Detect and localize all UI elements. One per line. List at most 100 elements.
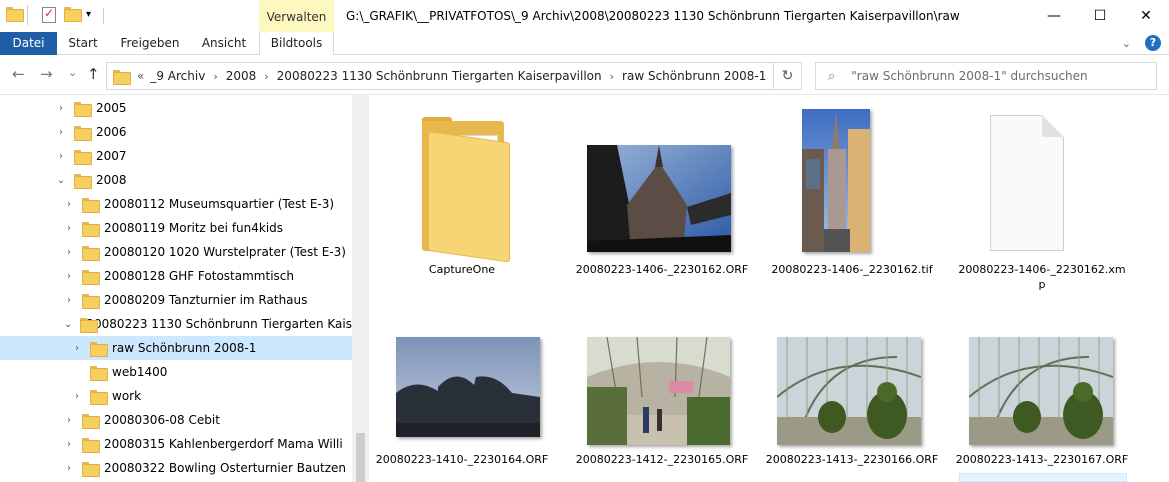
folder-icon [82,461,100,477]
expand-chevron-icon[interactable]: › [64,247,74,258]
photo-church-street-thumbnail [802,109,870,252]
tree-item[interactable]: › 20080209 Tanzturnier im Rathaus [0,288,352,312]
forward-arrow-icon[interactable]: → [40,65,53,83]
file-name: 20080223-1413-_2230166.ORF [765,453,939,466]
folder-icon [90,341,108,357]
tree-item[interactable]: › 20080128 GHF Fotostammtisch [0,264,352,288]
tab-freigeben[interactable]: Freigeben [112,32,188,55]
tab-bildtools[interactable]: Bildtools [259,32,334,55]
tree-item-selected[interactable]: › raw Schönbrunn 2008-1 [0,336,352,360]
tree-item[interactable]: › 2006 [0,120,352,144]
file-item[interactable]: CaptureOne [372,95,552,295]
expand-chevron-icon[interactable]: › [72,391,82,402]
recent-locations-chevron-icon[interactable]: ⌄ [68,66,77,79]
file-item[interactable]: 20080223-1406-_2230162.ORF [572,95,752,295]
file-item[interactable]: 20080223-1406-_2230162.tif [762,95,942,295]
ribbon-expand-chevron-icon[interactable]: ⌄ [1122,37,1131,50]
breadcrumb-archiv[interactable]: _9 Archiv [150,69,205,83]
photo-church-skyward-thumbnail [587,145,731,252]
folder-icon [74,173,92,189]
search-icon: ⌕ [828,68,836,84]
back-arrow-icon[interactable]: ← [12,65,25,83]
expand-chevron-icon[interactable]: › [64,295,74,306]
file-item[interactable]: 20080223-1412-_2230165.ORF [572,315,752,482]
file-name: 20080223-1406-_2230162.xmp [958,263,1126,291]
breadcrumb-separator-icon[interactable]: › [264,70,268,83]
tab-ansicht[interactable]: Ansicht [194,32,254,55]
tree-item[interactable]: › 2007 [0,144,352,168]
collapse-chevron-icon[interactable]: ⌄ [64,319,72,330]
search-box[interactable]: ⌕ "raw Schönbrunn 2008-1" durchsuchen [815,62,1157,90]
refresh-button[interactable]: ↻ [774,62,802,90]
folder-icon [74,125,92,141]
file-item[interactable]: 20080223-1413-_2230167.ORF [952,315,1132,482]
breadcrumb-separator-icon[interactable]: › [213,70,217,83]
folder-icon[interactable] [6,7,24,22]
contextual-tab-group-verwalten: Verwalten [259,0,334,32]
quick-access-dropdown-icon[interactable]: ▾ [86,9,91,20]
expand-chevron-icon[interactable]: › [72,343,82,354]
file-name: CaptureOne [428,263,496,276]
folder-icon [82,197,100,213]
search-placeholder[interactable]: "raw Schönbrunn 2008-1" durchsuchen [851,69,1087,83]
tree-item[interactable]: › 2005 [0,96,352,120]
breadcrumb-raw-schoenbrunn[interactable]: raw Schönbrunn 2008-1 [622,69,766,83]
maximize-button[interactable]: ☐ [1077,0,1123,32]
tree-item[interactable]: › 20080120 1020 Wurstelprater (Test E-3) [0,240,352,264]
file-item[interactable]: 20080223-1406-_2230162.xmp [952,95,1132,295]
tree-item[interactable]: ⌄ 20080223 1130 Schönbrunn Tiergarten Kai… [0,312,369,336]
separator [103,8,104,24]
new-folder-icon[interactable] [64,7,82,22]
tree-item[interactable]: › 20080315 Kahlenbergerdorf Mama Willi [0,432,352,456]
expand-chevron-icon[interactable]: › [56,103,66,114]
expand-chevron-icon[interactable]: › [64,199,74,210]
file-name: 20080223-1412-_2230165.ORF [575,453,749,466]
minimize-button[interactable]: — [1031,0,1077,32]
expand-chevron-icon[interactable]: › [64,223,74,234]
expand-chevron-icon[interactable]: › [56,127,66,138]
folder-icon [74,149,92,165]
help-icon[interactable]: ? [1145,35,1161,51]
tree-item[interactable]: › 20080119 Moritz bei fun4kids [0,216,352,240]
file-name: 20080223-1406-_2230162.ORF [575,263,749,276]
tree-scrollbar[interactable] [352,95,369,482]
folder-icon [82,221,100,237]
navigation-pane: › 2005 › 2006 › 2007 ⌄ 2008 › 20080112 Museum… [0,95,369,482]
file-item[interactable]: 20080223-1413-_2230166.ORF [762,315,942,482]
tree-item[interactable]: › 20080306-08 Cebit [0,408,352,432]
tree-item[interactable]: ⌄ 2008 [0,168,352,192]
navigation-bar: ← → ⌄ ↑ « _9 Archiv › 2008 › 20080223 11… [0,55,1169,95]
tree-item[interactable]: web1400 [0,360,352,384]
up-arrow-icon[interactable]: ↑ [87,65,100,83]
expand-chevron-icon[interactable]: › [64,439,74,450]
ribbon-tabs: Datei Start Freigeben Ansicht Bildtools … [0,32,1169,55]
close-button[interactable]: ✕ [1123,0,1169,32]
tree-item[interactable]: › 20080322 Bowling Osterturnier Bautzen [0,456,352,480]
photo-palmhouse-silhouette-thumbnail [396,337,540,437]
expand-chevron-icon[interactable]: › [64,463,74,474]
folder-icon [74,101,92,117]
collapse-chevron-icon[interactable]: ⌄ [56,175,66,186]
expand-chevron-icon[interactable]: › [56,151,66,162]
file-item[interactable]: 20080223-1410-_2230164.ORF [372,315,552,482]
folder-icon [90,365,108,381]
address-bar[interactable]: « _9 Archiv › 2008 › 20080223 1130 Schön… [106,62,774,90]
expand-chevron-icon[interactable]: › [64,415,74,426]
tree-item[interactable]: › work [0,384,352,408]
breadcrumb-separator-icon[interactable]: › [610,70,614,83]
file-view: CaptureOne 20080223-1406-_2230162.ORF 20… [369,95,1169,482]
tree-scrollbar-thumb[interactable] [356,433,365,482]
title-bar: ▾ Verwalten G:\_GRAFIK\__PRIVATFOTOS\_9 … [0,0,1169,32]
properties-icon[interactable] [42,6,56,23]
folder-icon [113,69,131,85]
tree-item[interactable]: › 20080112 Museumsquartier (Test E-3) [0,192,352,216]
folder-icon [82,245,100,261]
breadcrumb-overflow[interactable]: « [137,69,144,83]
folder-icon [422,117,514,263]
tab-datei[interactable]: Datei [0,32,57,55]
breadcrumb-2008[interactable]: 2008 [226,69,257,83]
breadcrumb-kaiserpavillon[interactable]: 20080223 1130 Schönbrunn Tiergarten Kais… [277,69,602,83]
photo-palmhouse-topiary-thumbnail [969,337,1113,445]
expand-chevron-icon[interactable]: › [64,271,74,282]
tab-start[interactable]: Start [60,32,106,55]
